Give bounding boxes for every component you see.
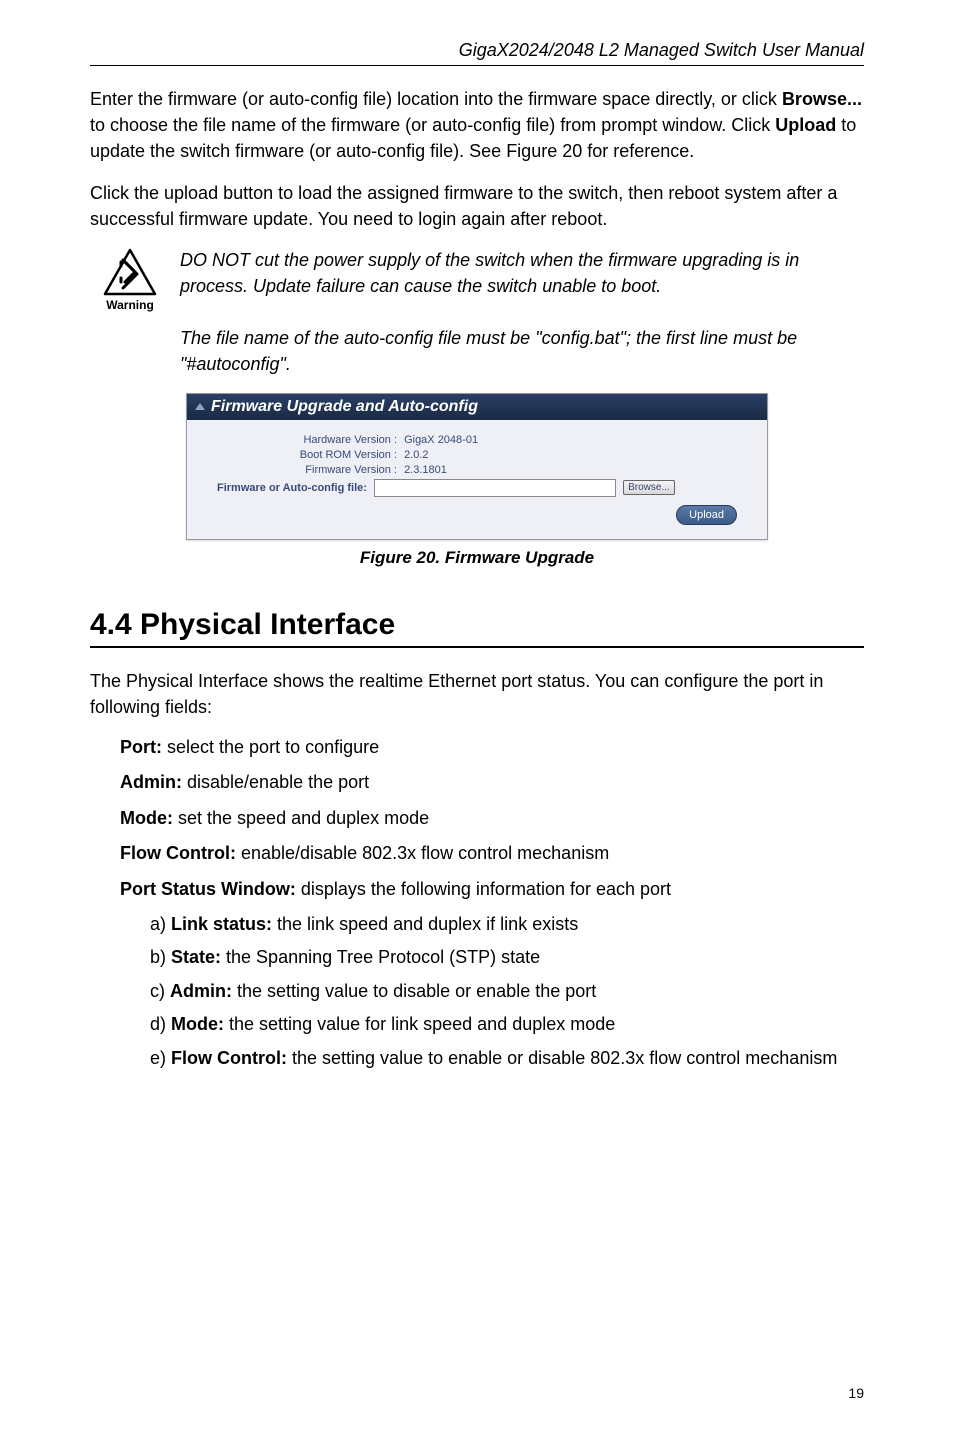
field-admin-label: Admin:	[120, 772, 182, 792]
intro-paragraph-1: Enter the firmware (or auto-config file)…	[90, 86, 864, 164]
warning-note-2: The file name of the auto-config file mu…	[180, 326, 864, 376]
sublist-flow-control: e) Flow Control: the setting value to en…	[150, 1047, 864, 1070]
section-heading: 4.4 Physical Interface	[90, 608, 864, 648]
screenshot-titlebar: Firmware Upgrade and Auto-config	[187, 394, 767, 420]
file-input-label: Firmware or Auto-config file:	[217, 482, 367, 494]
warning-caption: Warning	[90, 298, 170, 312]
intro-paragraph-2: Click the upload button to load the assi…	[90, 180, 864, 232]
field-port: Port: select the port to configure	[120, 736, 864, 759]
browse-button[interactable]: Browse...	[623, 480, 675, 495]
sublist-e-prefix: e)	[150, 1048, 171, 1068]
screenshot-body: Hardware Version : GigaX 2048-01 Boot RO…	[187, 420, 767, 539]
sublist-b-prefix: b)	[150, 947, 171, 967]
file-input[interactable]	[374, 479, 616, 497]
field-mode-text: set the speed and duplex mode	[173, 808, 429, 828]
fw-version-value: 2.3.1801	[404, 464, 447, 476]
field-flow-text: enable/disable 802.3x flow control mecha…	[236, 843, 609, 863]
upload-bold: Upload	[775, 115, 836, 135]
field-mode: Mode: set the speed and duplex mode	[120, 807, 864, 830]
text: Enter the firmware (or auto-config file)…	[90, 89, 782, 109]
sublist-e-label: Flow Control:	[171, 1048, 287, 1068]
warning-block: Warning DO NOT cut the power supply of t…	[90, 248, 864, 312]
field-flow-label: Flow Control:	[120, 843, 236, 863]
field-admin-text: disable/enable the port	[182, 772, 369, 792]
hw-version-row: Hardware Version : GigaX 2048-01	[217, 434, 737, 446]
sublist-c-label: Admin:	[170, 981, 232, 1001]
sublist-d-prefix: d)	[150, 1014, 171, 1034]
fw-version-label: Firmware Version :	[217, 464, 397, 476]
port-status-sublist: a) Link status: the link speed and duple…	[150, 913, 864, 1070]
field-flow-control: Flow Control: enable/disable 802.3x flow…	[120, 842, 864, 865]
sublist-state: b) State: the Spanning Tree Protocol (ST…	[150, 946, 864, 969]
sublist-e-text: the setting value to enable or disable 8…	[287, 1048, 837, 1068]
warning-icon-column: Warning	[90, 248, 170, 312]
sublist-a-text: the link speed and duplex if link exists	[272, 914, 578, 934]
field-mode-label: Mode:	[120, 808, 173, 828]
figure-caption: Figure 20. Firmware Upgrade	[90, 548, 864, 568]
upload-button-row: Upload	[217, 505, 737, 525]
field-port-label: Port:	[120, 737, 162, 757]
sublist-c-text: the setting value to disable or enable t…	[232, 981, 596, 1001]
sublist-admin: c) Admin: the setting value to disable o…	[150, 980, 864, 1003]
screenshot-title-text: Firmware Upgrade and Auto-config	[211, 398, 478, 415]
sublist-b-label: State:	[171, 947, 221, 967]
field-port-status-window: Port Status Window: displays the followi…	[120, 878, 864, 901]
text: to choose the file name of the firmware …	[90, 115, 775, 135]
field-admin: Admin: disable/enable the port	[120, 771, 864, 794]
sublist-d-label: Mode:	[171, 1014, 224, 1034]
sublist-a-label: Link status:	[171, 914, 272, 934]
sublist-mode: d) Mode: the setting value for link spee…	[150, 1013, 864, 1036]
upload-button[interactable]: Upload	[676, 505, 737, 525]
field-port-text: select the port to configure	[162, 737, 379, 757]
chevron-up-icon	[195, 403, 205, 410]
warning-note-1: DO NOT cut the power supply of the switc…	[180, 248, 864, 298]
page-number: 19	[848, 1385, 864, 1401]
boot-version-value: 2.0.2	[404, 449, 428, 461]
boot-version-row: Boot ROM Version : 2.0.2	[217, 449, 737, 461]
field-psw-text: displays the following information for e…	[296, 879, 671, 899]
section-intro: The Physical Interface shows the realtim…	[90, 668, 864, 720]
sublist-c-prefix: c)	[150, 981, 170, 1001]
hw-version-label: Hardware Version :	[217, 434, 397, 446]
file-input-row: Firmware or Auto-config file: Browse...	[217, 479, 737, 497]
boot-version-label: Boot ROM Version :	[217, 449, 397, 461]
sublist-a-prefix: a)	[150, 914, 171, 934]
browse-bold: Browse...	[782, 89, 862, 109]
hw-version-value: GigaX 2048-01	[404, 434, 478, 446]
firmware-upgrade-screenshot: Firmware Upgrade and Auto-config Hardwar…	[186, 393, 768, 540]
sublist-link-status: a) Link status: the link speed and duple…	[150, 913, 864, 936]
sublist-b-text: the Spanning Tree Protocol (STP) state	[221, 947, 540, 967]
warning-icon	[103, 248, 157, 296]
sublist-d-text: the setting value for link speed and dup…	[224, 1014, 615, 1034]
fw-version-row: Firmware Version : 2.3.1801	[217, 464, 737, 476]
page-header: GigaX2024/2048 L2 Managed Switch User Ma…	[90, 40, 864, 66]
field-psw-label: Port Status Window:	[120, 879, 296, 899]
